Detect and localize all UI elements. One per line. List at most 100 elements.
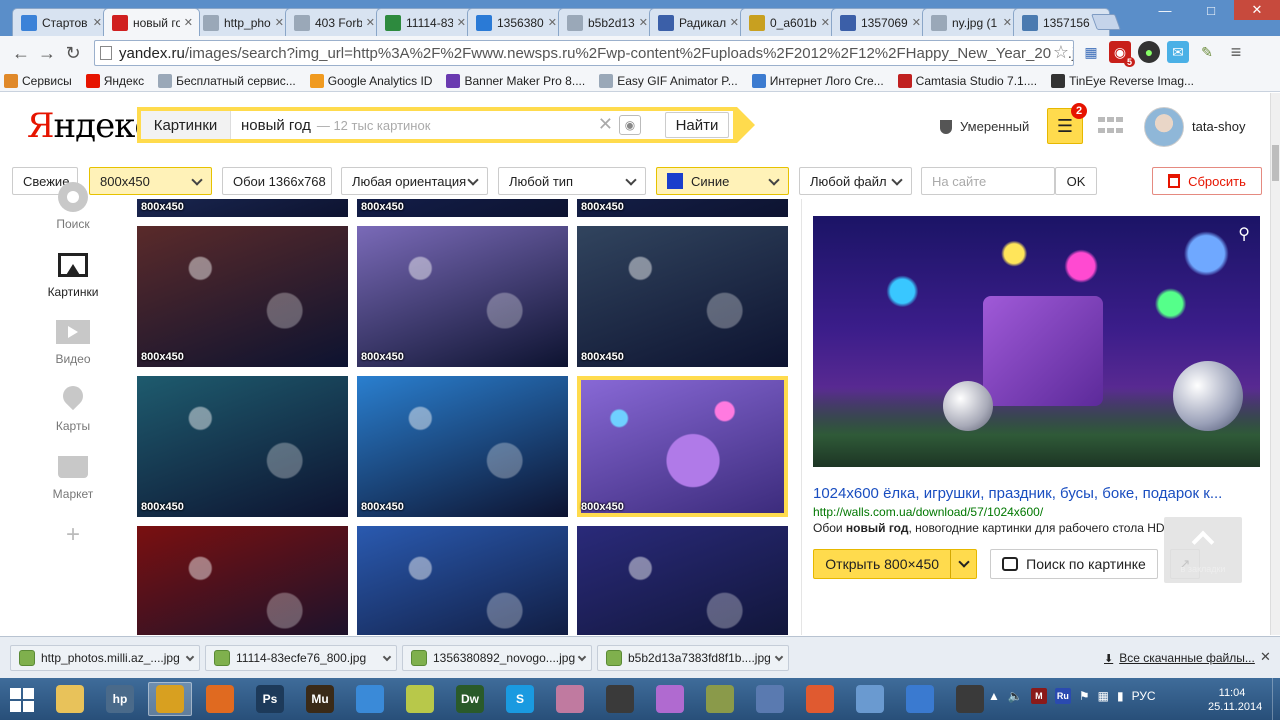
tab-9[interactable]: 13570698 ✕: [831, 8, 928, 36]
services-grid-icon[interactable]: [1098, 117, 1124, 137]
tab-1[interactable]: новый го ✕: [103, 8, 200, 36]
tab-6[interactable]: b5b2d13 ✕: [558, 8, 655, 36]
all-downloads-link[interactable]: ⬇ Все скачанные файлы...: [1104, 651, 1255, 665]
close-icon[interactable]: ✕: [93, 16, 102, 29]
eye-extension-icon[interactable]: ●: [1138, 41, 1160, 63]
image-thumbnail[interactable]: 800x450: [137, 226, 348, 367]
reload-icon[interactable]: ↻: [60, 40, 86, 66]
tab-7[interactable]: Радикал ✕: [649, 8, 746, 36]
clear-search-icon[interactable]: ✕: [598, 114, 613, 135]
taskbar-app[interactable]: [798, 682, 842, 716]
search-service-label[interactable]: Картинки: [141, 111, 231, 139]
bookmark-item[interactable]: Camtasia Studio 7.1....: [897, 73, 1037, 88]
bookmark-item[interactable]: TinEye Reverse Imag...: [1051, 73, 1194, 88]
battery-icon[interactable]: ▮: [1117, 689, 1124, 703]
show-desktop-button[interactable]: [1272, 678, 1280, 720]
taskbar-app[interactable]: Ps: [248, 682, 292, 716]
taskbar-app[interactable]: [48, 682, 92, 716]
tab-2[interactable]: http_pho ✕: [194, 8, 291, 36]
site-filter-ok-button[interactable]: OK: [1055, 167, 1097, 195]
tab-8[interactable]: 0_a601b ✕: [740, 8, 837, 36]
image-thumbnail[interactable]: 800x450: [577, 199, 788, 217]
tab-10[interactable]: ny.jpg (1 ✕: [922, 8, 1019, 36]
close-icon[interactable]: ✕: [639, 16, 648, 29]
preview-source-url[interactable]: http://walls.com.ua/download/57/1024x600…: [813, 505, 1043, 519]
preview-title-link[interactable]: 1024x600 ёлка, игрушки, праздник, бусы, …: [813, 485, 1260, 502]
close-icon[interactable]: ✕: [730, 16, 739, 29]
clock[interactable]: 11:04 25.11.2014: [1208, 686, 1262, 714]
username[interactable]: tata-shoy: [1192, 119, 1245, 134]
taskbar-app[interactable]: S: [498, 682, 542, 716]
minimize-icon[interactable]: —: [1142, 0, 1188, 20]
camera-search-icon[interactable]: ◉: [619, 115, 641, 135]
tab-4[interactable]: 11114-83 ✕: [376, 8, 473, 36]
download-item[interactable]: 1356380892_novogo....jpg: [402, 645, 592, 671]
flag-icon[interactable]: ⚑: [1079, 689, 1090, 703]
avatar[interactable]: [1144, 107, 1184, 147]
bookmark-item[interactable]: Сервисы: [4, 73, 72, 88]
close-icon[interactable]: ✕: [184, 16, 193, 29]
taskbar-app[interactable]: [598, 682, 642, 716]
reset-filters-button[interactable]: Сбросить: [1152, 167, 1262, 195]
new-tab-button[interactable]: [1091, 14, 1121, 30]
taskbar-app[interactable]: [548, 682, 592, 716]
taskbar-app[interactable]: [198, 682, 242, 716]
nav-item-1[interactable]: Картинки: [38, 251, 108, 299]
site-filter-input[interactable]: На сайте: [921, 167, 1055, 195]
language-badge[interactable]: Ru: [1054, 688, 1071, 704]
image-thumbnail[interactable]: 800x450: [577, 376, 788, 517]
taskbar-app[interactable]: [848, 682, 892, 716]
close-icon[interactable]: ✕: [457, 16, 466, 29]
back-arrow-icon[interactable]: ←: [8, 40, 34, 66]
chevron-down-icon[interactable]: [185, 652, 195, 662]
filter-wallpaper[interactable]: Обои 1366x768: [222, 167, 332, 195]
page-scrollbar[interactable]: [1270, 93, 1280, 635]
open-image-button[interactable]: Открыть 800×450: [813, 549, 977, 579]
bookmark-item[interactable]: Google Analytics ID: [309, 73, 432, 88]
chevron-down-icon[interactable]: [382, 652, 392, 662]
nav-item-3[interactable]: Карты: [38, 381, 108, 433]
bookmark-item[interactable]: Яндекс: [85, 73, 144, 88]
close-icon[interactable]: ✕: [821, 16, 830, 29]
taskbar-app[interactable]: hp: [98, 682, 142, 716]
taskbar-app[interactable]: Dw: [448, 682, 492, 716]
image-thumbnail[interactable]: 800x450: [357, 199, 568, 217]
antivirus-icon[interactable]: M: [1030, 688, 1047, 704]
preview-image[interactable]: ⚲: [813, 216, 1260, 467]
tab-5[interactable]: 13563808 ✕: [467, 8, 564, 36]
taskbar-app[interactable]: Mu: [298, 682, 342, 716]
chevron-down-icon[interactable]: [774, 652, 784, 662]
tab-0[interactable]: Стартов ✕: [12, 8, 109, 36]
image-thumbnail[interactable]: 800x450: [577, 526, 788, 635]
image-thumbnail[interactable]: 800x450: [357, 376, 568, 517]
close-icon[interactable]: ✕: [1003, 16, 1012, 29]
nav-item-4[interactable]: Маркет: [38, 453, 108, 501]
close-icon[interactable]: ✕: [912, 16, 921, 29]
apps-grid-icon[interactable]: ▦: [1080, 41, 1102, 63]
close-icon[interactable]: ✕: [366, 16, 375, 29]
bookmark-star-icon[interactable]: ☆: [1050, 42, 1069, 63]
filter-type[interactable]: Любой тип: [498, 167, 646, 195]
search-by-image-button[interactable]: Поиск по картинке: [990, 549, 1158, 579]
taskbar-app[interactable]: [348, 682, 392, 716]
bookmark-item[interactable]: Интернет Логo Cre...: [751, 73, 884, 88]
address-bar[interactable]: yandex.ru/images/search?img_url=http%3A%…: [94, 40, 1074, 66]
mail-extension-icon[interactable]: ✉: [1167, 41, 1189, 63]
search-input[interactable]: новый год: [231, 117, 311, 134]
image-thumbnail[interactable]: 800x450: [137, 376, 348, 517]
image-thumbnail[interactable]: 800x450: [357, 526, 568, 635]
image-thumbnail[interactable]: 800x450: [577, 226, 788, 367]
close-icon[interactable]: ✕: [1260, 649, 1271, 665]
windows-start-icon[interactable]: [10, 688, 34, 712]
magnifier-icon[interactable]: ⚲: [1238, 224, 1250, 244]
image-thumbnail[interactable]: 800x450: [137, 526, 348, 635]
chevron-down-icon[interactable]: [950, 550, 976, 578]
menu-icon[interactable]: ≡: [1225, 41, 1247, 63]
input-language[interactable]: РУС: [1132, 689, 1156, 703]
bookmark-item[interactable]: Banner Maker Pro 8....: [446, 73, 585, 88]
scroll-to-top-button[interactable]: в закладки: [1164, 517, 1242, 583]
close-icon[interactable]: ✕: [548, 16, 557, 29]
tab-3[interactable]: 403 Forb ✕: [285, 8, 382, 36]
forward-arrow-icon[interactable]: →: [34, 40, 60, 66]
chevron-down-icon[interactable]: [577, 652, 587, 662]
